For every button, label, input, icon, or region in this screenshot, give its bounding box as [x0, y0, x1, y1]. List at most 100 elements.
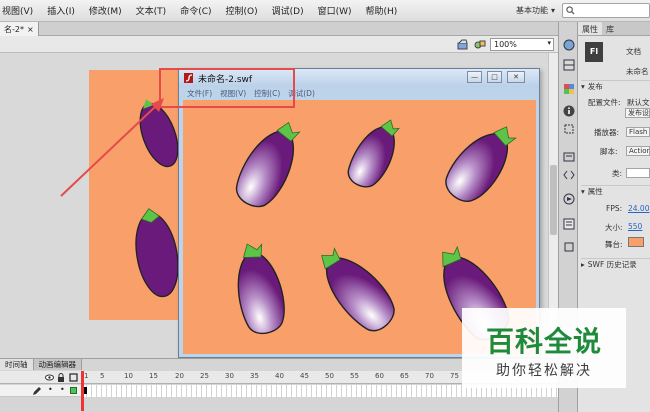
zoom-value: 100%	[494, 40, 517, 49]
menu-control[interactable]: 控制(O)	[219, 4, 265, 17]
player-label: 播放器:	[594, 128, 620, 137]
swatches-icon[interactable]	[562, 82, 576, 96]
components-icon[interactable]	[562, 150, 576, 164]
frame-number: 40	[275, 372, 284, 380]
document-icon: Fl	[585, 42, 603, 62]
lock-icon[interactable]	[57, 373, 65, 382]
frame-number: 15	[149, 372, 158, 380]
history-icon[interactable]	[562, 240, 576, 254]
chevron-down-icon: ▾	[547, 39, 551, 47]
close-icon: ✕	[513, 73, 519, 81]
maximize-button[interactable]: □	[487, 71, 502, 83]
tab-properties[interactable]: 属性	[578, 22, 602, 35]
swf-history-label: SWF 历史记录	[587, 259, 637, 269]
align-icon[interactable]	[562, 58, 576, 72]
stage-color-swatch[interactable]	[628, 237, 644, 247]
class-input[interactable]	[626, 168, 650, 178]
frame-number: 35	[250, 372, 259, 380]
frame-number: 10	[124, 372, 133, 380]
frame-number: 65	[400, 372, 409, 380]
properties-section-header[interactable]: ▾ 属性	[581, 185, 650, 196]
menu-help[interactable]: 帮助(H)	[359, 4, 405, 17]
motion-presets-icon[interactable]	[562, 192, 576, 206]
layer-lock-dot-icon[interactable]: •	[60, 385, 65, 394]
timeline-tabs: 时间轴 动画编辑器	[0, 359, 82, 370]
workspace-label: 基本功能	[515, 6, 548, 15]
chevron-right-icon: ▸	[581, 259, 585, 269]
tab-library[interactable]: 库	[602, 22, 618, 35]
scrollbar-thumb[interactable]	[550, 165, 557, 235]
watermark-title: 百科全说	[485, 325, 602, 358]
swf-history-section-header[interactable]: ▸ SWF 历史记录	[581, 258, 650, 269]
help-search-input[interactable]	[562, 3, 650, 18]
stage-color-label: 舞台:	[605, 240, 623, 249]
menu-debug[interactable]: 调试(D)	[265, 4, 311, 17]
tab-timeline[interactable]: 时间轴	[0, 359, 34, 370]
menu-insert[interactable]: 插入(I)	[40, 4, 82, 17]
edit-bar: 100% ▾	[0, 36, 558, 53]
color-icon[interactable]	[562, 38, 576, 52]
minimize-icon: —	[471, 73, 478, 81]
menu-view[interactable]: 视图(V)	[0, 4, 40, 17]
frame-number: 30	[225, 372, 234, 380]
workspace-dropdown[interactable]: 基本功能 ▾	[505, 3, 555, 18]
size-label: 大小:	[605, 223, 623, 232]
properties-tabs: 属性 库	[578, 22, 650, 36]
fps-value[interactable]: 24.00	[628, 204, 649, 213]
eggplant-graphic[interactable]	[129, 205, 184, 300]
eggplant-graphic[interactable]	[438, 114, 524, 210]
eggplant-graphic[interactable]	[343, 112, 406, 193]
frame-number: 50	[325, 372, 334, 380]
menu-window[interactable]: 窗口(W)	[311, 4, 359, 17]
edit-scene-icon[interactable]	[457, 39, 469, 50]
eggplant-graphic[interactable]	[226, 239, 292, 338]
eggplant-graphic[interactable]	[230, 113, 308, 214]
outline-icon[interactable]	[69, 373, 78, 382]
properties-section-label: 属性	[587, 186, 603, 196]
minimize-button[interactable]: —	[467, 71, 482, 83]
maximize-icon: □	[491, 73, 498, 81]
pencil-icon	[33, 387, 41, 395]
player-select[interactable]: Flash	[626, 127, 650, 137]
chevron-down-icon: ▾	[550, 6, 555, 15]
publish-section-header[interactable]: ▾ 发布	[581, 80, 650, 91]
document-tab[interactable]: 名-2* ×	[0, 22, 39, 36]
size-value[interactable]: 550	[628, 222, 642, 231]
zoom-select[interactable]: 100% ▾	[490, 38, 554, 51]
menu-commands[interactable]: 命令(C)	[173, 4, 218, 17]
annotation-highlight-box	[159, 68, 295, 108]
close-icon[interactable]: ×	[27, 25, 34, 34]
transform-icon[interactable]	[562, 122, 576, 136]
watermark-subtitle: 助你轻松解决	[496, 363, 592, 379]
publish-settings-button[interactable]: 发布设	[625, 108, 650, 118]
edit-symbol-icon[interactable]	[474, 39, 486, 50]
playhead[interactable]	[81, 371, 84, 411]
fps-label: FPS:	[606, 204, 623, 213]
document-name: 未命名	[626, 67, 649, 76]
chevron-down-icon: ▾	[581, 81, 585, 91]
menu-text[interactable]: 文本(T)	[129, 4, 174, 17]
layer-visibility-dot-icon[interactable]: •	[48, 385, 53, 394]
close-button[interactable]: ✕	[507, 71, 525, 83]
chevron-down-icon: ▾	[581, 186, 585, 196]
document-tab-title: 名-2*	[4, 24, 24, 34]
layer-outline-swatch[interactable]	[70, 387, 77, 394]
publish-section-label: 发布	[587, 81, 603, 91]
script-select[interactable]: Action	[626, 146, 650, 156]
frame-number: 1	[84, 372, 89, 380]
document-tab-bar: 名-2* ×	[0, 22, 558, 36]
annotation-arrow-icon	[60, 98, 164, 197]
frame-number: 5	[100, 372, 105, 380]
code-snippets-icon[interactable]	[562, 168, 576, 182]
eggplant-graphic[interactable]	[306, 240, 404, 338]
project-icon[interactable]	[562, 217, 576, 231]
tab-motion-editor[interactable]: 动画编辑器	[33, 359, 82, 370]
menu-modify[interactable]: 修改(M)	[82, 4, 129, 17]
script-label: 脚本:	[600, 147, 618, 156]
config-label: 配置文件:	[588, 98, 621, 107]
frame-number: 25	[200, 372, 209, 380]
config-value: 默认文	[627, 98, 650, 107]
info-icon[interactable]	[562, 104, 576, 118]
eye-icon[interactable]	[45, 373, 54, 382]
watermark-logo: 百科全说 助你轻松解决	[462, 308, 626, 388]
